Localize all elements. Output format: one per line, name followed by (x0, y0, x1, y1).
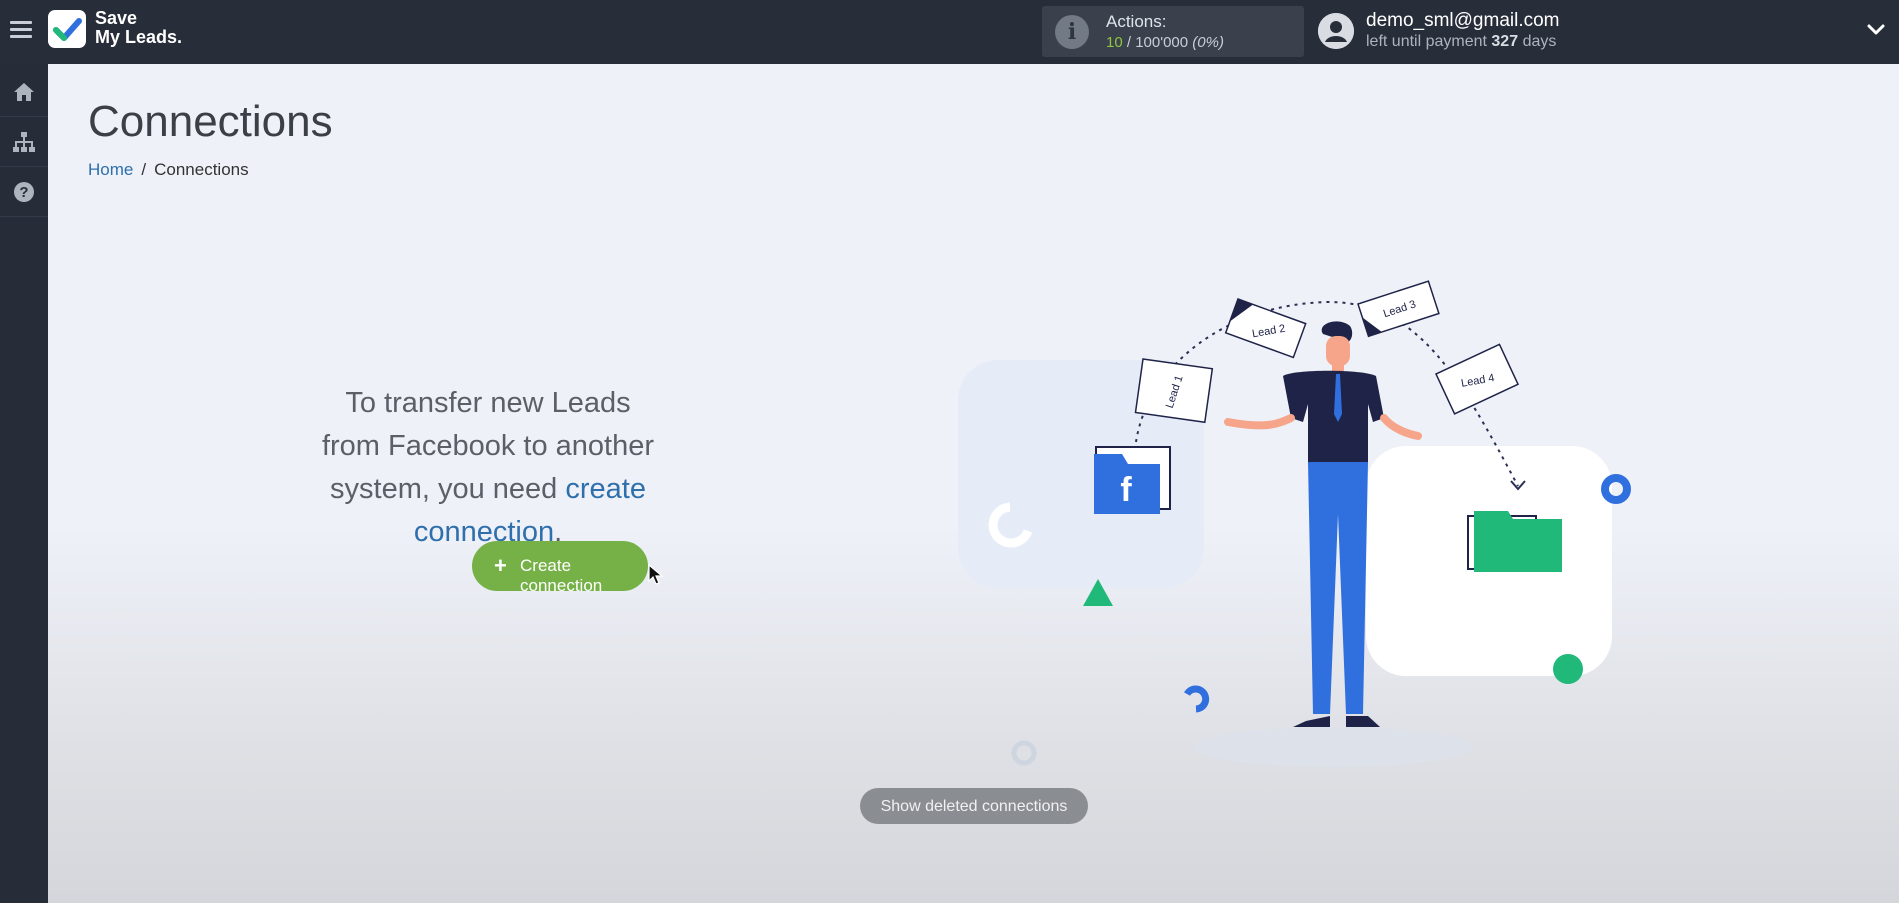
main-content: Connections Home / Connections To transfer… (48, 64, 1899, 903)
help-icon: ? (14, 182, 34, 202)
user-email[interactable]: demo_sml@gmail.com (1366, 10, 1560, 32)
payment-text: left until payment (1366, 33, 1487, 50)
svg-text:?: ? (19, 184, 28, 201)
logo-text[interactable]: Save My Leads. (95, 9, 182, 47)
lead-sheet-3: Lead 3 (1357, 280, 1440, 338)
sidebar-item-home[interactable] (0, 68, 48, 117)
breadcrumb-home-link[interactable]: Home (88, 160, 133, 179)
actions-used: 10 (1106, 34, 1123, 51)
user-avatar-icon[interactable] (1318, 13, 1354, 49)
page-title: Connections (88, 97, 333, 146)
decor-dot (1553, 654, 1583, 684)
decor-ring (1601, 474, 1631, 504)
sidebar-item-connections[interactable] (0, 118, 48, 167)
menu-icon[interactable] (10, 21, 32, 39)
mouse-cursor-icon (648, 564, 664, 585)
logo-line-2: My Leads (95, 27, 178, 47)
lead-sheet-2: Lead 2 (1224, 298, 1307, 359)
facebook-letter: f (1120, 471, 1132, 509)
breadcrumb: Home / Connections (88, 160, 249, 180)
home-icon (14, 83, 34, 101)
top-bar: Save My Leads. i Actions: 10 / 100'000 (… (0, 0, 1899, 64)
destination-folder-icon (1467, 511, 1562, 572)
actions-value: 10 / 100'000 (0%) (1106, 34, 1224, 51)
payment-days: 327 (1491, 33, 1519, 50)
actions-label: Actions: (1106, 12, 1167, 31)
lead-sheet-4: Lead 4 (1435, 343, 1520, 415)
create-connection-label: Create connection (520, 556, 603, 595)
logo-dot: . (177, 27, 183, 47)
breadcrumb-separator: / (141, 160, 147, 179)
info-icon: i (1055, 15, 1089, 49)
sitemap-icon (13, 132, 35, 152)
sidebar-item-help[interactable]: ? (0, 168, 48, 217)
payment-days-unit: days (1522, 33, 1557, 50)
empty-state-message: To transfer new Leads from Facebook to a… (318, 382, 658, 554)
actions-total: / 100'000 (1122, 34, 1189, 51)
sidebar: ? (0, 64, 48, 903)
logo-icon[interactable] (48, 10, 86, 48)
breadcrumb-current: Connections (154, 160, 249, 179)
plus-icon: + (494, 553, 507, 578)
decor-hook (1183, 685, 1210, 713)
payment-info: left until payment 327 days (1366, 33, 1556, 51)
actions-percent: (0%) (1192, 34, 1224, 51)
chevron-down-icon[interactable] (1866, 20, 1886, 40)
show-deleted-connections-button[interactable]: Show deleted connections (860, 788, 1088, 824)
logo-line-1: Save (95, 8, 138, 28)
actions-counter: i Actions: 10 / 100'000 (0%) (1042, 6, 1304, 57)
create-connection-button[interactable]: + Create connection (472, 541, 648, 595)
transfer-illustration: f Lead 1 Lead 2 Lead 3 Lead 4 (958, 280, 1631, 767)
lead-sheet-1: Lead 1 (1134, 358, 1214, 424)
facebook-folder-icon: f (1094, 446, 1171, 514)
